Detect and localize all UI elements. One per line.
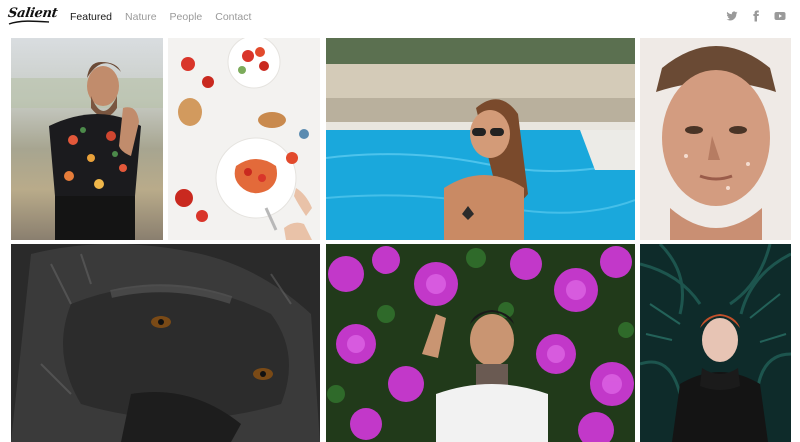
facebook-icon[interactable] [750, 10, 762, 22]
gallery-item-food-flat-lay[interactable] [168, 38, 320, 240]
photo-food-flat-lay [175, 38, 312, 240]
photo-gorilla [11, 244, 320, 442]
gallery-item-man-flowers[interactable] [326, 244, 635, 442]
photo-red-hair-man-plants [640, 244, 791, 442]
gallery-item-man-floral-shirt[interactable] [11, 38, 163, 240]
nav-item-contact[interactable]: Contact [215, 11, 251, 23]
photo-woman-pool [326, 38, 635, 240]
nav-item-featured[interactable]: Featured [70, 11, 112, 23]
gallery-item-woman-pool[interactable] [326, 38, 635, 240]
photo-man-floral-shirt [11, 62, 163, 240]
nav-item-nature[interactable]: Nature [125, 11, 157, 23]
gallery-item-man-portrait[interactable] [640, 38, 791, 240]
main-nav: Featured Nature People Contact [70, 11, 251, 23]
photo-man-flowers [326, 244, 635, 442]
twitter-icon[interactable] [726, 10, 738, 22]
site-logo[interactable]: Salient [7, 6, 58, 28]
social-links [726, 10, 786, 22]
logo-swash-icon [8, 20, 50, 25]
youtube-icon[interactable] [774, 10, 786, 22]
gallery-item-red-hair-man-plants[interactable] [640, 244, 791, 442]
nav-item-people[interactable]: People [170, 11, 203, 23]
site-header: Salient Featured Nature People Contact [0, 0, 800, 36]
gallery-item-gorilla[interactable] [11, 244, 320, 442]
photo-man-portrait [640, 38, 791, 240]
